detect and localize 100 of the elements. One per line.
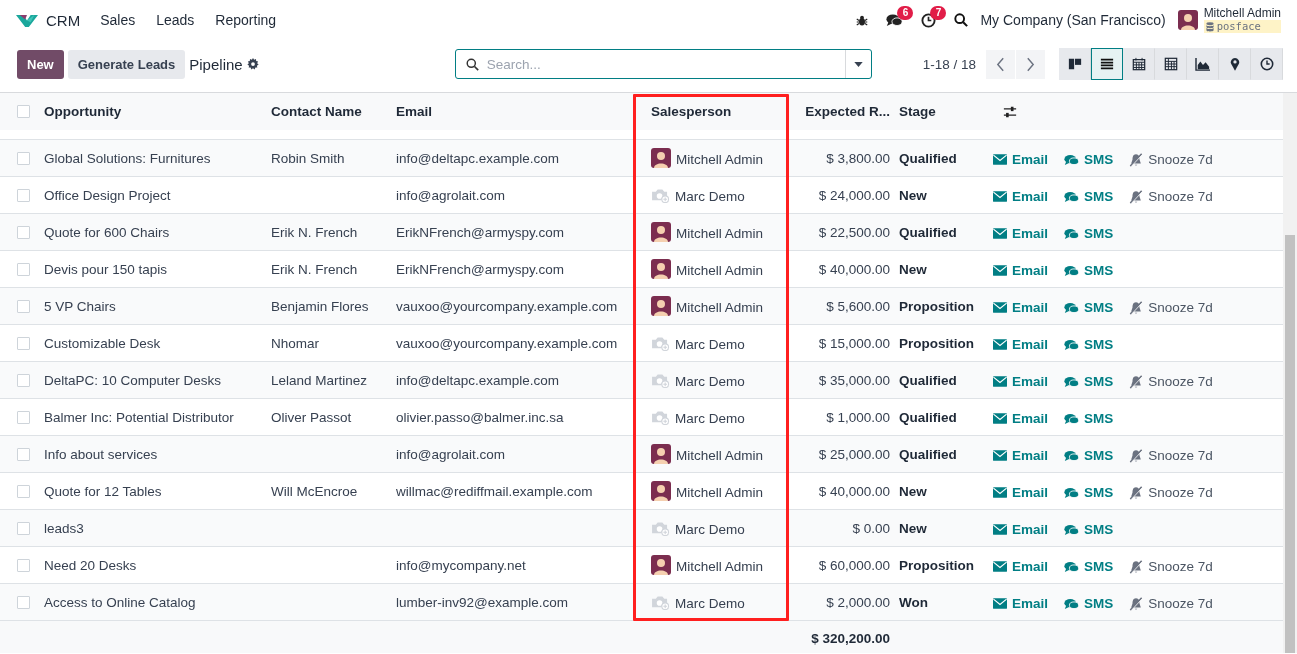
chat-icon <box>1064 486 1080 499</box>
email-button[interactable]: Email <box>993 189 1049 204</box>
column-header[interactable]: Email <box>396 104 634 119</box>
company-switcher[interactable]: My Company (San Francisco) <box>980 12 1166 28</box>
row-checkbox[interactable] <box>16 558 30 572</box>
column-header[interactable]: Opportunity <box>44 104 271 119</box>
row-checkbox[interactable] <box>16 188 30 202</box>
email-address: info@mycompany.net <box>396 557 526 573</box>
sms-button[interactable]: SMS <box>1064 152 1114 167</box>
next-button[interactable] <box>1016 49 1045 79</box>
row-checkbox[interactable] <box>16 484 30 498</box>
envelope-icon <box>993 191 1007 202</box>
column-settings-icon[interactable] <box>1002 104 1017 119</box>
user-avatar[interactable] <box>1177 10 1198 30</box>
user-name[interactable]: Mitchell Admin <box>1203 7 1281 20</box>
app-name[interactable]: CRM <box>46 11 81 29</box>
salesperson-name: Mitchell Admin <box>676 152 764 167</box>
sms-button[interactable]: SMS <box>1064 596 1114 611</box>
snooze-button[interactable]: Snooze 7d <box>1129 559 1213 574</box>
envelope-icon <box>993 154 1007 165</box>
row-checkbox[interactable] <box>16 225 30 239</box>
kanban-view-button[interactable] <box>1059 48 1091 80</box>
row-checkbox[interactable] <box>16 410 30 424</box>
select-all-checkbox[interactable] <box>16 105 30 118</box>
snooze-button[interactable]: Snooze 7d <box>1129 485 1213 500</box>
sms-button[interactable]: SMS <box>1064 522 1114 537</box>
row-checkbox[interactable] <box>16 262 30 276</box>
envelope-icon <box>993 598 1007 609</box>
email-button[interactable]: Email <box>993 263 1049 278</box>
search-field[interactable]: Search... <box>454 49 872 79</box>
search-input[interactable]: Search... <box>486 51 845 77</box>
email-button[interactable]: Email <box>993 411 1049 426</box>
opportunity-name: leads3 <box>44 520 84 536</box>
row-checkbox[interactable] <box>16 151 30 165</box>
snooze-button[interactable]: Snooze 7d <box>1129 448 1213 463</box>
list-view-button[interactable] <box>1091 48 1123 80</box>
sms-button[interactable]: SMS <box>1064 337 1114 352</box>
new-button[interactable]: New <box>17 49 64 79</box>
email-address: willmac@rediffmail.example.com <box>396 483 593 499</box>
salesperson-name: Marc Demo <box>675 374 745 389</box>
settings-icon[interactable] <box>246 58 259 70</box>
snooze-button[interactable]: Snooze 7d <box>1129 152 1213 167</box>
envelope-icon <box>993 265 1007 276</box>
caret-icon[interactable] <box>853 61 863 67</box>
sms-button[interactable]: SMS <box>1064 411 1114 426</box>
snooze-button[interactable]: Snooze 7d <box>1129 300 1213 315</box>
menu-item[interactable]: Leads <box>156 12 195 28</box>
column-header[interactable]: Contact Name <box>271 104 396 119</box>
contact-name: Oliver Passot <box>271 409 352 425</box>
menu-item[interactable]: Sales <box>100 12 136 28</box>
menu-item[interactable]: Reporting <box>215 12 277 28</box>
snooze-button[interactable]: Snooze 7d <box>1129 189 1213 204</box>
email-button[interactable]: Email <box>993 448 1049 463</box>
app-logo-icon[interactable] <box>16 12 38 28</box>
email-button[interactable]: Email <box>993 226 1049 241</box>
column-header[interactable]: Salesperson <box>634 104 788 119</box>
row-checkbox[interactable] <box>16 299 30 313</box>
clock-icon <box>1260 57 1274 71</box>
chat-icon <box>1064 190 1080 203</box>
sms-button[interactable]: SMS <box>1064 374 1114 389</box>
email-address: info@agrolait.com <box>396 446 505 462</box>
bug-icon[interactable] <box>856 13 869 27</box>
revenue-amount: $ 35,000.00 <box>818 372 890 388</box>
snooze-button[interactable]: Snooze 7d <box>1129 596 1213 611</box>
sms-button[interactable]: SMS <box>1064 300 1114 315</box>
row-checkbox[interactable] <box>16 521 30 535</box>
opportunity-name: Balmer Inc: Potential Distributor <box>44 409 234 425</box>
row-checkbox[interactable] <box>16 336 30 350</box>
column-header[interactable]: Stage <box>890 104 993 119</box>
chat-icon <box>1064 597 1080 610</box>
generate-leads-button[interactable]: Generate Leads <box>67 49 186 79</box>
contact-name: Will McEncroe <box>271 483 358 499</box>
envelope-icon <box>993 487 1007 498</box>
column-header[interactable]: Expected R... <box>788 104 890 119</box>
sms-button[interactable]: SMS <box>1064 226 1114 241</box>
sms-button[interactable]: SMS <box>1064 189 1114 204</box>
salesperson-name: Mitchell Admin <box>676 559 764 574</box>
email-button[interactable]: Email <box>993 374 1049 389</box>
sms-button[interactable]: SMS <box>1064 448 1114 463</box>
scrollbar[interactable] <box>1283 93 1297 653</box>
snooze-button[interactable]: Snooze 7d <box>1129 374 1213 389</box>
email-button[interactable]: Email <box>993 559 1049 574</box>
previous-button[interactable] <box>986 49 1015 79</box>
email-button[interactable]: Email <box>993 485 1049 500</box>
clock-icon[interactable] <box>921 12 937 28</box>
sms-button[interactable]: SMS <box>1064 263 1114 278</box>
email-button[interactable]: Email <box>993 337 1049 352</box>
bell-slash-icon <box>1129 485 1144 500</box>
email-button[interactable]: Email <box>993 152 1049 167</box>
email-button[interactable]: Email <box>993 596 1049 611</box>
database-icon <box>1205 21 1214 32</box>
sms-button[interactable]: SMS <box>1064 485 1114 500</box>
row-checkbox[interactable] <box>16 595 30 609</box>
email-button[interactable]: Email <box>993 300 1049 315</box>
email-button[interactable]: Email <box>993 522 1049 537</box>
row-checkbox[interactable] <box>16 447 30 461</box>
search-icon[interactable] <box>954 13 969 27</box>
row-checkbox[interactable] <box>16 373 30 387</box>
sms-button[interactable]: SMS <box>1064 559 1114 574</box>
envelope-icon <box>993 339 1007 350</box>
